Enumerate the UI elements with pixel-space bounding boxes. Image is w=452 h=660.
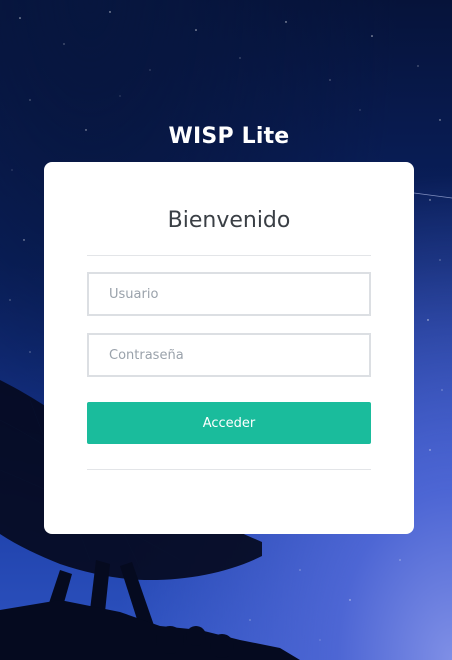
username-input[interactable] xyxy=(87,272,371,316)
login-button[interactable]: Acceder xyxy=(87,402,371,444)
app-title: WISP Lite xyxy=(168,124,290,149)
divider-top xyxy=(87,255,371,256)
password-input[interactable] xyxy=(87,333,371,377)
divider-bottom xyxy=(87,469,371,470)
welcome-heading: Bienvenido xyxy=(167,208,291,233)
